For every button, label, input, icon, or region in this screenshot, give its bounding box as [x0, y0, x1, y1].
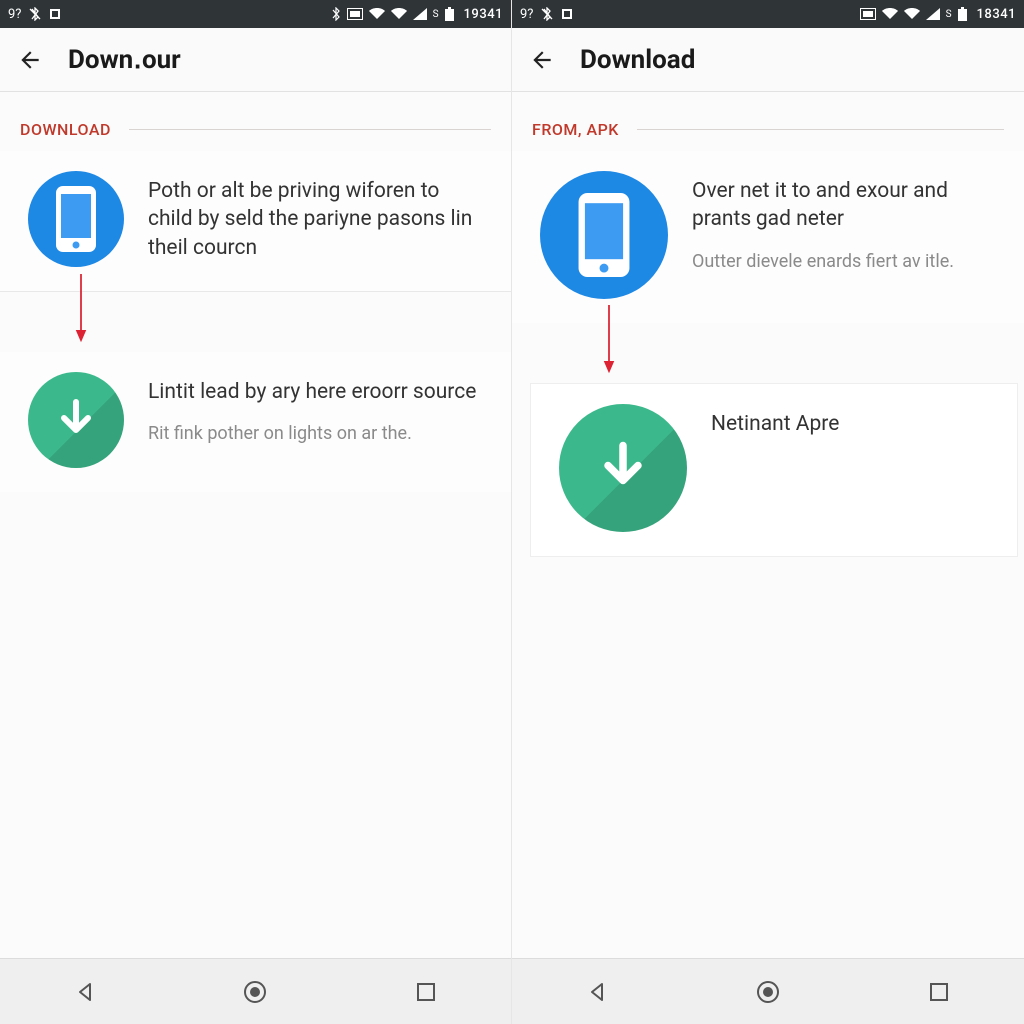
card-icon	[561, 8, 573, 20]
battery-icon	[445, 7, 454, 21]
back-button[interactable]	[16, 46, 44, 74]
section-rule	[129, 129, 491, 130]
bluetooth-icon	[331, 7, 341, 21]
wifi-icon	[882, 8, 898, 20]
section-header: DOWNLOAD	[0, 92, 511, 151]
wifi-icon	[369, 8, 385, 20]
phone-right: 9? S 18341 Download FROM, APK	[512, 0, 1024, 1024]
nav-recent-button[interactable]	[406, 972, 446, 1012]
app-bar: Down․our	[0, 28, 511, 92]
bluetooth-off-icon	[29, 7, 41, 21]
nav-bar	[0, 958, 511, 1024]
section-header: FROM, APK	[512, 92, 1024, 151]
status-clock: 19341	[464, 7, 503, 22]
battery-icon	[958, 7, 967, 21]
status-left-text: 9?	[8, 7, 21, 22]
section-label: DOWNLOAD	[20, 120, 111, 139]
step-1-sub: Outter dievele enards fiert av itle.	[692, 250, 1002, 273]
step-2[interactable]: Netinant Apre	[530, 383, 1018, 557]
nav-home-button[interactable]	[748, 972, 788, 1012]
step-2-title: Lintit lead by ary here eroorr source	[148, 378, 489, 406]
status-bar: 9? S 18341	[512, 0, 1024, 28]
flow-arrow	[0, 292, 511, 352]
sim-icon: S	[946, 9, 952, 20]
nav-back-button[interactable]	[65, 972, 105, 1012]
step-1[interactable]: Poth or alt be priving wiforen to child …	[0, 151, 511, 291]
status-left-text: 9?	[520, 7, 533, 22]
nav-home-button[interactable]	[235, 972, 275, 1012]
card-icon	[49, 8, 61, 20]
phone-icon	[28, 171, 124, 267]
sim-icon: S	[433, 9, 439, 20]
step-2[interactable]: Lintit lead by ary here eroorr source Ri…	[0, 352, 511, 492]
nav-recent-button[interactable]	[919, 972, 959, 1012]
signal-icon	[926, 8, 940, 20]
flow-arrow	[512, 323, 1024, 383]
step-1-title: Poth or alt be priving wiforen to child …	[148, 177, 489, 262]
nav-back-button[interactable]	[577, 972, 617, 1012]
wifi-icon-2	[904, 8, 920, 20]
signal-icon	[413, 8, 427, 20]
phone-icon	[540, 171, 668, 299]
battery-box-icon	[860, 8, 876, 20]
section-label: FROM, APK	[532, 120, 619, 139]
app-bar: Download	[512, 28, 1024, 92]
app-title: Download	[580, 45, 695, 75]
battery-box-icon	[347, 8, 363, 20]
back-button[interactable]	[528, 46, 556, 74]
download-icon	[28, 372, 124, 468]
step-2-sub: Rit fink pother on lights on ar the.	[148, 422, 489, 445]
download-icon	[559, 404, 687, 532]
nav-bar	[512, 958, 1024, 1024]
app-title: Down․our	[68, 45, 181, 75]
status-clock: 18341	[977, 7, 1016, 22]
step-1-title: Over net it to and exour and prants gad …	[692, 177, 1002, 234]
section-rule	[637, 129, 1004, 130]
bluetooth-off-icon	[541, 7, 553, 21]
step-2-title: Netinant Apre	[711, 410, 995, 438]
wifi-icon-2	[391, 8, 407, 20]
phone-left: 9? S 19341 Down․our DOWNLOAD	[0, 0, 512, 1024]
step-1[interactable]: Over net it to and exour and prants gad …	[512, 151, 1024, 323]
status-bar: 9? S 19341	[0, 0, 511, 28]
